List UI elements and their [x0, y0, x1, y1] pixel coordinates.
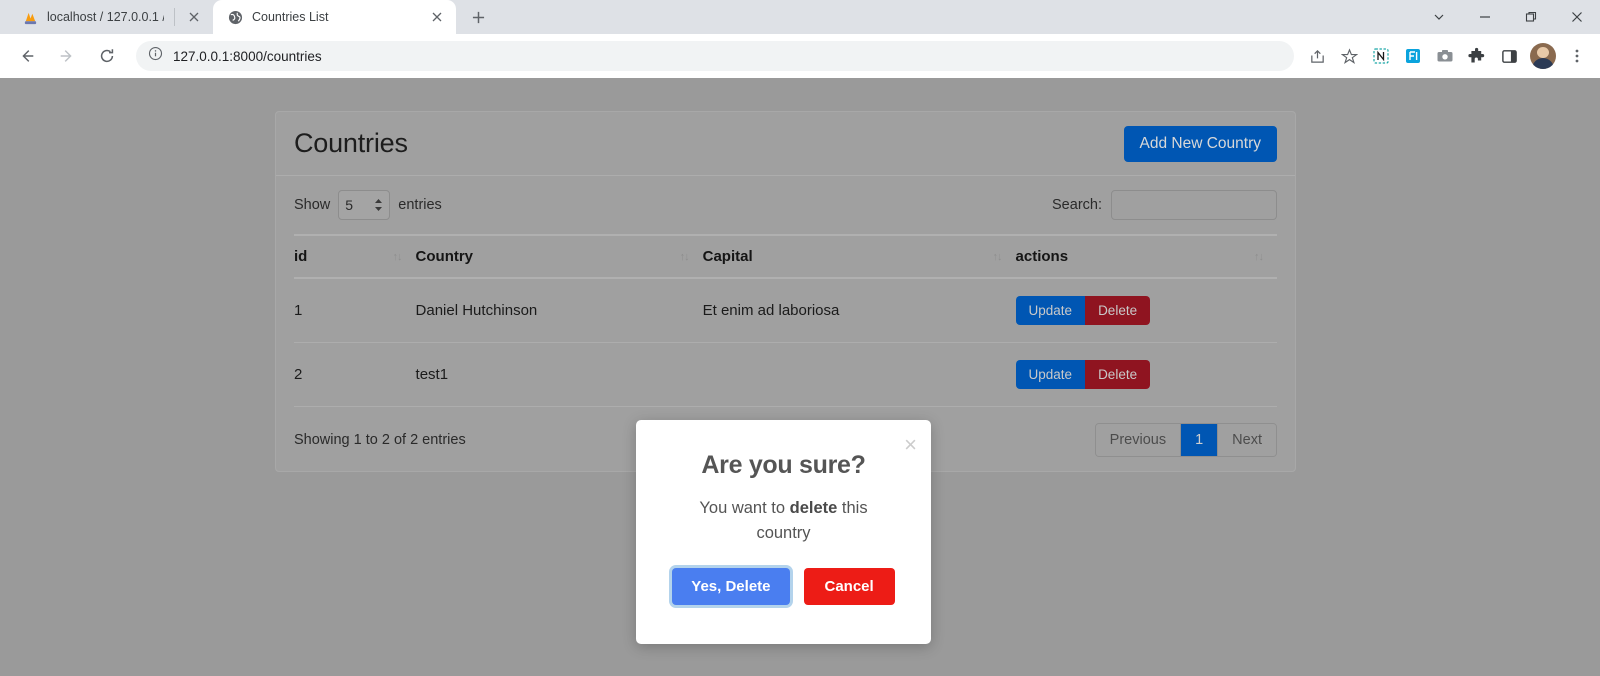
info-circle-icon[interactable]	[148, 46, 163, 66]
maximize-button[interactable]	[1508, 0, 1554, 34]
address-bar-url: 127.0.0.1:8000/countries	[173, 48, 322, 64]
camera-icon[interactable]	[1430, 41, 1460, 71]
show-label: Show	[294, 197, 331, 213]
tab-countries-list[interactable]: Countries List	[213, 0, 456, 34]
table-header-row: id ↑↓ Country ↑↓ Capital ↑↓ actions ↑↓	[294, 234, 1277, 279]
page-viewport: Countries Add New Country Show 5 entries…	[0, 78, 1600, 676]
modal-actions: Yes, Delete Cancel	[636, 567, 931, 605]
modal-title: Are you sure?	[701, 451, 866, 479]
pagination-next[interactable]: Next	[1218, 424, 1276, 456]
phpmyadmin-icon	[22, 9, 38, 25]
minimize-button[interactable]	[1462, 0, 1508, 34]
share-icon[interactable]	[1302, 41, 1332, 71]
column-label: Country	[415, 248, 474, 265]
close-icon[interactable]: ×	[904, 434, 917, 456]
select-spinner-icon	[374, 198, 383, 213]
cell-id: 1	[294, 278, 416, 343]
window-controls	[1416, 0, 1600, 34]
modal-message-before: You want to	[699, 499, 790, 517]
confirm-delete-button[interactable]: Yes, Delete	[672, 567, 790, 605]
entries-label: entries	[398, 197, 442, 213]
tab-search-chevron-down-icon[interactable]	[1416, 0, 1462, 34]
column-header-country[interactable]: Country ↑↓	[415, 234, 703, 279]
close-icon[interactable]	[428, 8, 446, 26]
entries-per-page-select[interactable]: 5	[338, 190, 391, 220]
delete-button[interactable]: Delete	[1085, 360, 1151, 389]
pagination-page-1[interactable]: 1	[1181, 424, 1219, 456]
update-button[interactable]: Update	[1015, 296, 1086, 325]
datatable-controls: Show 5 entries Search:	[294, 190, 1277, 220]
table-row: 1 Daniel Hutchinson Et enim ad laboriosa…	[294, 278, 1277, 343]
delete-confirmation-modal: × Are you sure? You want to delete this …	[636, 420, 931, 644]
entries-length-control: Show 5 entries	[294, 190, 442, 220]
reload-button[interactable]	[91, 40, 123, 72]
column-header-id[interactable]: id ↑↓	[294, 234, 416, 279]
row-action-group: Update Delete	[1015, 360, 1151, 389]
browser-window: localhost / 127.0.0.1 / hafeez_db Countr…	[0, 0, 1600, 676]
side-panel-icon[interactable]	[1494, 41, 1524, 71]
table-head: id ↑↓ Country ↑↓ Capital ↑↓ actions ↑↓	[294, 234, 1277, 279]
extensions-puzzle-icon[interactable]	[1462, 41, 1492, 71]
add-new-country-button[interactable]: Add New Country	[1123, 125, 1277, 162]
tab-localhost-hafeez-db[interactable]: localhost / 127.0.0.1 / hafeez_db	[8, 0, 213, 34]
cell-capital: Et enim ad laboriosa	[702, 278, 1016, 343]
close-icon[interactable]	[185, 8, 203, 26]
search-input[interactable]	[1111, 190, 1277, 220]
table-body: 1 Daniel Hutchinson Et enim ad laboriosa…	[294, 278, 1277, 407]
tab-title: localhost / 127.0.0.1 / hafeez_db	[47, 10, 164, 24]
pagination: Previous 1 Next	[1094, 423, 1277, 457]
chrome-menu-icon[interactable]	[1562, 41, 1592, 71]
toolbar-icons	[1302, 41, 1592, 71]
tab-title: Countries List	[252, 10, 329, 24]
close-window-button[interactable]	[1554, 0, 1600, 34]
search-label: Search:	[1052, 197, 1102, 213]
browser-toolbar: 127.0.0.1:8000/countries	[0, 34, 1600, 78]
table-row: 2 test1 Update Delete	[294, 342, 1277, 407]
row-action-group: Update Delete	[1015, 296, 1151, 325]
cell-capital	[702, 342, 1016, 407]
forward-button	[51, 40, 83, 72]
cell-actions: Update Delete	[1015, 278, 1277, 343]
delete-button[interactable]: Delete	[1085, 296, 1151, 325]
modal-message: You want to delete this country	[636, 480, 931, 546]
column-label: Capital	[702, 248, 753, 265]
cell-country: test1	[415, 342, 703, 407]
column-header-capital[interactable]: Capital ↑↓	[702, 234, 1016, 279]
column-label: actions	[1015, 248, 1069, 265]
table-info: Showing 1 to 2 of 2 entries	[294, 432, 466, 448]
entries-per-page-value: 5	[345, 197, 354, 213]
sort-arrows-icon: ↑↓	[392, 250, 403, 263]
column-header-actions[interactable]: actions ↑↓	[1015, 234, 1277, 279]
back-button[interactable]	[11, 40, 43, 72]
address-bar[interactable]: 127.0.0.1:8000/countries	[136, 41, 1294, 71]
cell-actions: Update Delete	[1015, 342, 1277, 407]
column-label: id	[294, 248, 308, 265]
page-title: Countries	[294, 128, 408, 158]
cancel-button[interactable]: Cancel	[803, 567, 895, 605]
pagination-previous[interactable]: Previous	[1095, 424, 1182, 456]
bookmark-star-icon[interactable]	[1334, 41, 1364, 71]
sort-arrows-icon: ↑↓	[992, 250, 1003, 263]
modal-message-emphasis: delete	[789, 499, 838, 517]
tab-divider	[174, 8, 175, 26]
profile-avatar[interactable]	[1530, 43, 1556, 69]
cell-id: 2	[294, 342, 416, 407]
card-header: Countries Add New Country	[276, 112, 1295, 176]
sort-arrows-icon: ↑↓	[1254, 250, 1264, 263]
new-tab-button[interactable]	[464, 3, 492, 31]
update-button[interactable]: Update	[1015, 360, 1086, 389]
fi-extension-icon[interactable]	[1398, 41, 1428, 71]
notion-icon[interactable]	[1366, 41, 1396, 71]
countries-card: Countries Add New Country Show 5 entries…	[275, 111, 1296, 472]
sort-arrows-icon: ↑↓	[679, 250, 690, 263]
countries-table: id ↑↓ Country ↑↓ Capital ↑↓ actions ↑↓ 1…	[294, 234, 1277, 407]
datatable-search: Search:	[1052, 190, 1277, 220]
cell-country: Daniel Hutchinson	[415, 278, 703, 343]
globe-icon	[227, 9, 243, 25]
tab-strip: localhost / 127.0.0.1 / hafeez_db Countr…	[0, 0, 1600, 34]
